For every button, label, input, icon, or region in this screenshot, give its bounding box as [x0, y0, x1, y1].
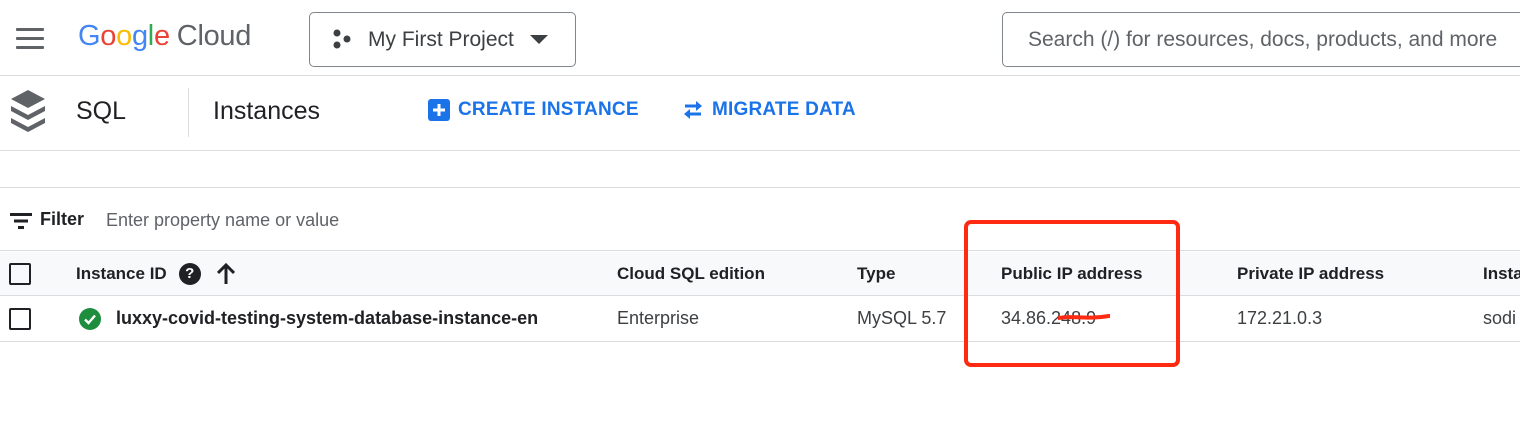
select-all-checkbox[interactable]: [9, 262, 31, 285]
select-all-cell: [9, 252, 31, 295]
column-instance-id-label: Instance ID: [76, 263, 167, 283]
truncated-cell: sodi: [1483, 308, 1517, 328]
column-edition[interactable]: Cloud SQL edition: [617, 252, 765, 295]
page-header: SQL Instances CREATE INSTANCE MIGRATE DA…: [0, 77, 1520, 151]
table-header: Instance ID ? Cloud SQL edition Type Pub…: [0, 252, 1520, 296]
search-input[interactable]: [1028, 27, 1520, 52]
edition-cell: Enterprise: [617, 308, 700, 328]
migrate-data-label: MIGRATE DATA: [712, 99, 856, 120]
private-ip-cell: 172.21.0.3: [1237, 308, 1323, 328]
column-type[interactable]: Type: [857, 252, 895, 295]
header-divider: [188, 88, 189, 137]
page-title: Instances: [213, 97, 321, 125]
annotation-highlight-box: [964, 220, 1180, 367]
row-checkbox[interactable]: [9, 307, 31, 330]
column-instance-id[interactable]: Instance ID ?: [76, 252, 235, 295]
filter-icon[interactable]: [10, 213, 32, 229]
logo-google: Google: [78, 20, 170, 52]
filter-input[interactable]: [106, 204, 606, 236]
project-icon: [333, 29, 351, 48]
top-app-bar: Google Cloud My First Project: [0, 0, 1520, 76]
column-truncated[interactable]: Insta: [1483, 252, 1520, 295]
project-picker[interactable]: My First Project: [309, 12, 576, 67]
filter-label: Filter: [40, 209, 85, 229]
sql-stack-icon: [11, 90, 45, 132]
logo-letter: g: [131, 20, 148, 52]
search-bar[interactable]: [1002, 12, 1520, 67]
column-private-ip[interactable]: Private IP address: [1237, 252, 1384, 295]
swap-arrows-icon: [684, 101, 702, 119]
logo-letter: G: [78, 20, 101, 52]
caret-down-icon: [529, 35, 548, 44]
create-instance-label: CREATE INSTANCE: [458, 99, 639, 120]
logo-letter: o: [116, 20, 132, 52]
google-cloud-logo[interactable]: Google Cloud: [78, 20, 251, 53]
type-cell: MySQL 5.7: [857, 308, 947, 328]
logo-letter: e: [153, 20, 170, 52]
plus-box-icon: [428, 99, 450, 121]
filter-bar: Filter: [0, 188, 1520, 251]
logo-letter: o: [100, 20, 117, 52]
arrow-up-icon[interactable]: [216, 262, 235, 285]
instance-id-cell: luxxy-covid-testing-system-database-inst…: [79, 296, 538, 341]
menu-icon[interactable]: [16, 28, 44, 50]
instance-id-link[interactable]: luxxy-covid-testing-system-database-inst…: [116, 308, 538, 329]
migrate-data-button[interactable]: MIGRATE DATA: [682, 99, 856, 121]
row-select-cell: [9, 296, 31, 341]
project-name: My First Project: [368, 27, 514, 51]
create-instance-button[interactable]: CREATE INSTANCE: [428, 99, 639, 121]
product-name: SQL: [76, 97, 127, 125]
check-circle-icon: [79, 307, 101, 330]
table-row: luxxy-covid-testing-system-database-inst…: [0, 296, 1520, 342]
logo-cloud: Cloud: [176, 20, 252, 52]
help-icon[interactable]: ?: [178, 262, 201, 285]
